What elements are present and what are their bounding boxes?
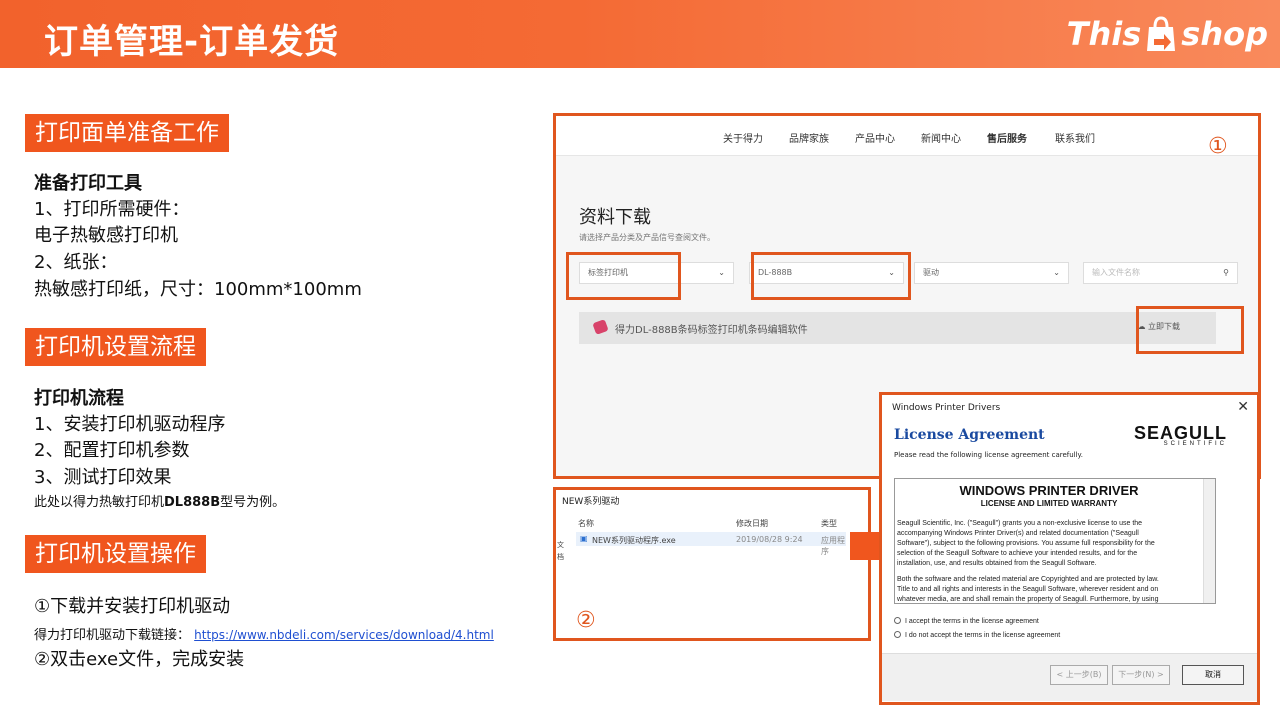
seagull-logo-sub: SCIENTIFIC bbox=[1163, 441, 1227, 447]
radio-circle bbox=[894, 617, 901, 624]
ops-step-1: ①下载并安装打印机驱动 bbox=[34, 596, 231, 617]
shopping-bag-icon bbox=[1147, 16, 1176, 51]
header-banner: 订单管理-订单发货 This shop bbox=[0, 0, 1280, 68]
explorer-file-row[interactable]: ▣ NEW系列驱动程序.exe 2019/08/28 9:24 应用程序 bbox=[576, 532, 846, 556]
download-heading: 资料下载 bbox=[579, 207, 651, 228]
nav-item-products[interactable]: 产品中心 bbox=[855, 130, 895, 145]
license-para-2b: Title to and all rights and interests in… bbox=[897, 586, 1159, 593]
section-tag-prep: 打印面单准备工作 bbox=[25, 114, 229, 152]
driver-download-link[interactable]: https://www.nbdeli.com/services/download… bbox=[194, 628, 494, 642]
nav-item-brands[interactable]: 品牌家族 bbox=[789, 130, 829, 145]
logo-text-shop: shop bbox=[1181, 15, 1268, 53]
explorer-screenshot: NEW系列驱动 名称 修改日期 类型 ▣ NEW系列驱动程序.exe 2019/… bbox=[553, 487, 871, 641]
explorer-sidebar-text-1: 文 bbox=[557, 541, 564, 549]
license-para-1a: Seagull Scientific, Inc. ("Seagull") gra… bbox=[897, 520, 1143, 527]
nav-item-contact[interactable]: 联系我们 bbox=[1055, 130, 1095, 145]
highlight-category bbox=[566, 252, 681, 300]
thisshop-logo: This shop bbox=[1067, 12, 1268, 56]
accept-terms-label: I accept the terms in the license agreem… bbox=[905, 618, 1039, 625]
license-doc-title: WINDOWS PRINTER DRIVER bbox=[959, 483, 1139, 498]
license-dialog-screenshot: Windows Printer Drivers ✕ License Agreem… bbox=[879, 392, 1260, 705]
column-type[interactable]: 类型 bbox=[821, 518, 837, 529]
prep-heading: 准备打印工具 bbox=[34, 173, 142, 194]
license-doc-subtitle: LICENSE AND LIMITED WARRANTY bbox=[980, 499, 1118, 508]
flow-note-model: DL888B bbox=[164, 495, 221, 510]
chevron-down-icon: ⌄ bbox=[718, 268, 725, 277]
prep-line-2: 电子热敏感打印机 bbox=[34, 225, 178, 246]
installer-file-name: NEW系列驱动程序.exe bbox=[592, 536, 676, 545]
page-title: 订单管理-订单发货 bbox=[44, 22, 340, 62]
nav-item-service[interactable]: 售后服务 bbox=[987, 130, 1027, 145]
installer-file-type: 应用程序 bbox=[821, 536, 845, 556]
radio-circle bbox=[894, 631, 901, 638]
license-para-1c: Software"), subject to the following pro… bbox=[897, 540, 1155, 547]
step-marker-1: ① bbox=[1208, 134, 1228, 159]
column-date[interactable]: 修改日期 bbox=[736, 518, 768, 529]
explorer-sidebar-text-2: 档 bbox=[557, 553, 564, 561]
ops-link-line: 得力打印机驱动下载链接： https://www.nbdeli.com/serv… bbox=[34, 622, 494, 649]
download-file-row: 得力DL-888B条码标签打印机条码编辑软件 ☁ 立即下载 bbox=[579, 312, 1216, 344]
explorer-folder-title: NEW系列驱动 bbox=[562, 497, 620, 507]
prep-line-1: 1、打印所需硬件： bbox=[34, 199, 190, 220]
flow-heading: 打印机流程 bbox=[34, 388, 124, 409]
download-file-name: 得力DL-888B条码标签打印机条码编辑软件 bbox=[615, 325, 808, 336]
license-para-2c: whatever media, are and shall remain the… bbox=[897, 596, 1159, 603]
cancel-button[interactable]: 取消 bbox=[1182, 665, 1244, 685]
ops-link-label: 得力打印机驱动下载链接： bbox=[34, 628, 191, 643]
back-button[interactable]: < 上一步(B) bbox=[1050, 665, 1108, 685]
accept-terms-radio[interactable]: I accept the terms in the license agreem… bbox=[894, 617, 1039, 625]
section-tag-flow: 打印机设置流程 bbox=[25, 328, 206, 366]
tag-icon bbox=[592, 319, 609, 335]
dialog-window-title: Windows Printer Drivers bbox=[892, 403, 1001, 413]
ops-step-2: ②双击exe文件，完成安装 bbox=[34, 649, 245, 670]
chevron-down-icon: ⌄ bbox=[1053, 268, 1060, 277]
download-subheading: 请选择产品分类及产品信号查阅文件。 bbox=[579, 233, 715, 242]
installer-icon: ▣ bbox=[580, 534, 588, 543]
highlight-download-button bbox=[1136, 306, 1244, 354]
search-icon[interactable]: ⚲ bbox=[1223, 263, 1229, 283]
flow-note-a: 此处以得力热敏打印机 bbox=[34, 495, 165, 510]
license-heading: License Agreement bbox=[894, 427, 1045, 443]
prep-line-3: 2、纸张： bbox=[34, 252, 118, 273]
license-para-1d: selection of the Seagull Software to ach… bbox=[897, 550, 1138, 557]
license-para-1b: accompanying Windows Printer Driver(s) a… bbox=[897, 530, 1139, 537]
section-tag-ops: 打印机设置操作 bbox=[25, 535, 206, 573]
flow-line-3: 3、测试打印效果 bbox=[34, 467, 172, 488]
next-button[interactable]: 下一步(N) > bbox=[1112, 665, 1170, 685]
file-search-placeholder: 输入文件名称 bbox=[1092, 268, 1140, 277]
site-nav: 关于得力 品牌家族 产品中心 新闻中心 售后服务 联系我们 bbox=[556, 116, 1258, 156]
flow-line-2: 2、配置打印机参数 bbox=[34, 440, 190, 461]
decline-terms-radio[interactable]: I do not accept the terms in the license… bbox=[894, 631, 1060, 639]
license-instructions: Please read the following license agreem… bbox=[894, 451, 1083, 459]
column-name[interactable]: 名称 bbox=[578, 518, 594, 529]
step-marker-2: ② bbox=[576, 608, 596, 633]
decline-terms-label: I do not accept the terms in the license… bbox=[905, 632, 1061, 639]
installer-file-date: 2019/08/28 9:24 bbox=[736, 535, 803, 544]
nav-item-about[interactable]: 关于得力 bbox=[723, 130, 763, 145]
type-select-value: 驱动 bbox=[923, 268, 939, 277]
flow-note-c: 型号为例。 bbox=[220, 495, 286, 510]
flow-line-1: 1、安装打印机驱动程序 bbox=[34, 414, 226, 435]
file-search-input[interactable]: 输入文件名称 ⚲ bbox=[1083, 262, 1238, 284]
license-para-1e: installation, use, and results obtained … bbox=[897, 560, 1097, 567]
license-scrollbar[interactable] bbox=[1203, 479, 1215, 603]
prep-line-4: 热敏感打印纸，尺寸：100mm*100mm bbox=[34, 279, 362, 300]
type-select[interactable]: 驱动 ⌄ bbox=[914, 262, 1069, 284]
flow-note: 此处以得力热敏打印机DL888B型号为例。 bbox=[34, 490, 285, 516]
nav-item-news[interactable]: 新闻中心 bbox=[921, 130, 961, 145]
highlight-model bbox=[751, 252, 911, 300]
license-para-2a: Both the software and the related materi… bbox=[897, 576, 1159, 583]
license-text-box[interactable]: WINDOWS PRINTER DRIVER LICENSE AND LIMIT… bbox=[894, 478, 1216, 604]
logo-text-this: This bbox=[1066, 15, 1142, 53]
close-icon[interactable]: ✕ bbox=[1237, 399, 1249, 415]
